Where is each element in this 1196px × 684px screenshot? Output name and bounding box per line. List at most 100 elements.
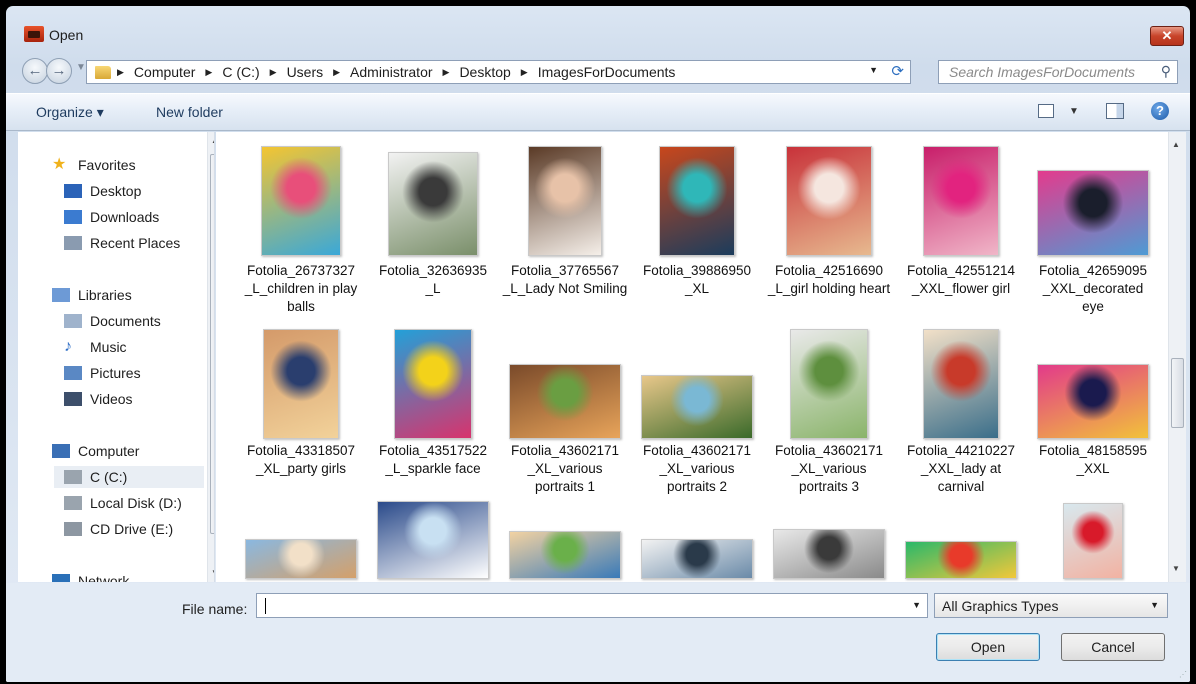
breadcrumb-item[interactable]: Users bbox=[287, 64, 324, 80]
image-thumbnail bbox=[641, 375, 753, 439]
breadcrumb-item[interactable]: ImagesForDocuments bbox=[538, 64, 676, 80]
image-thumbnail bbox=[263, 329, 339, 439]
file-item[interactable]: Fotolia_37765567 _L_Lady Not Smiling bbox=[502, 132, 628, 312]
nav-item-label: Videos bbox=[90, 391, 133, 407]
open-button[interactable]: Open bbox=[936, 633, 1040, 661]
file-item[interactable]: Fotolia_44210227 _XXL_lady at carnival bbox=[898, 315, 1024, 495]
navigation-pane: ▲ ▼ ★ Favorites Desktop Downloads Recent Pla… bbox=[18, 132, 215, 582]
forward-button[interactable]: → bbox=[46, 58, 72, 84]
file-item[interactable]: Fotolia_39886950 _XL bbox=[634, 132, 760, 312]
nav-item-local-disk-d[interactable]: Local Disk (D:) bbox=[64, 492, 182, 514]
libraries-icon bbox=[52, 288, 70, 302]
cancel-button[interactable]: Cancel bbox=[1061, 633, 1165, 661]
file-item[interactable] bbox=[898, 499, 1024, 582]
nav-scroll-thumb[interactable] bbox=[210, 154, 214, 534]
nav-item-documents[interactable]: Documents bbox=[64, 310, 161, 332]
nav-item-label: Network bbox=[78, 573, 130, 582]
breadcrumb-item[interactable]: Administrator bbox=[350, 64, 432, 80]
preview-pane-icon[interactable] bbox=[1106, 103, 1124, 119]
search-icon[interactable]: ⚲ bbox=[1161, 63, 1171, 80]
image-thumbnail bbox=[790, 329, 868, 439]
file-item[interactable]: Fotolia_42516690 _L_girl holding heart bbox=[766, 132, 892, 312]
file-name-caption: Fotolia_44210227 _XXL_lady at carnival bbox=[906, 443, 1016, 494]
help-icon[interactable]: ? bbox=[1151, 102, 1169, 120]
file-name-caption: Fotolia_43602171 _XL_various portraits 2 bbox=[642, 443, 752, 494]
file-item[interactable]: Fotolia_43602171 _XL_various portraits 3 bbox=[766, 315, 892, 495]
file-item[interactable] bbox=[370, 499, 496, 582]
search-input[interactable]: Search ImagesForDocuments ⚲ bbox=[938, 60, 1178, 84]
network-icon bbox=[52, 574, 70, 582]
organize-button[interactable]: Organize ▾ bbox=[36, 104, 104, 121]
file-item[interactable]: Fotolia_43602171 _XL_various portraits 1 bbox=[502, 315, 628, 495]
address-bar[interactable]: ▶ Computer ▶ C (C:) ▶ Users ▶ Administrator ▶ Des… bbox=[86, 60, 911, 84]
scroll-down-icon[interactable]: ▼ bbox=[1172, 564, 1180, 573]
breadcrumb-separator-icon[interactable]: ▶ bbox=[117, 67, 124, 78]
image-thumbnail bbox=[923, 329, 999, 439]
file-item[interactable] bbox=[502, 499, 628, 582]
file-item[interactable]: Fotolia_43517522 _L_sparkle face bbox=[370, 315, 496, 495]
nav-item-desktop[interactable]: Desktop bbox=[64, 180, 141, 202]
file-item[interactable]: Fotolia_48158595 _XXL bbox=[1030, 315, 1156, 495]
file-name-caption: Fotolia_32636935 _L bbox=[378, 263, 488, 296]
nav-item-network[interactable]: Network bbox=[52, 570, 129, 582]
file-item[interactable] bbox=[238, 499, 364, 582]
scroll-up-icon[interactable]: ▲ bbox=[1172, 140, 1180, 149]
file-item[interactable]: Fotolia_42659095 _XXL_decorated eye bbox=[1030, 132, 1156, 314]
file-item[interactable] bbox=[1030, 499, 1156, 582]
file-list-scrollbar[interactable]: ▲ ▼ bbox=[1168, 132, 1186, 582]
nav-item-computer[interactable]: Computer bbox=[52, 440, 139, 462]
image-thumbnail bbox=[509, 531, 621, 579]
file-item[interactable]: Fotolia_42551214 _XXL_flower girl bbox=[898, 132, 1024, 312]
file-item[interactable]: Fotolia_26737327 _L_children in play bal… bbox=[238, 132, 364, 314]
file-name-dropdown-icon[interactable]: ▼ bbox=[912, 600, 921, 610]
drive-icon bbox=[64, 496, 82, 510]
new-folder-button[interactable]: New folder bbox=[156, 104, 223, 120]
breadcrumb-separator-icon[interactable]: ▶ bbox=[443, 67, 450, 78]
breadcrumb-item[interactable]: C (C:) bbox=[222, 64, 259, 80]
scroll-up-icon[interactable]: ▲ bbox=[211, 136, 214, 145]
image-thumbnail bbox=[659, 146, 735, 256]
refresh-icon[interactable]: ⟳ bbox=[891, 62, 904, 80]
image-thumbnail bbox=[923, 146, 999, 256]
image-thumbnail bbox=[245, 539, 357, 579]
file-item[interactable] bbox=[634, 499, 760, 582]
file-name-caption: Fotolia_42516690 _L_girl holding heart bbox=[767, 263, 891, 296]
recent-locations-dropdown[interactable]: ▼ bbox=[76, 62, 86, 73]
nav-item-music[interactable]: ♪ Music bbox=[64, 336, 127, 358]
nav-item-recent-places[interactable]: Recent Places bbox=[64, 232, 180, 254]
file-type-select[interactable]: All Graphics Types ▼ bbox=[934, 593, 1168, 618]
address-dropdown-icon[interactable]: ▼ bbox=[869, 65, 878, 75]
resize-grip-icon[interactable]: ⋰ bbox=[1179, 670, 1187, 679]
breadcrumb-item[interactable]: Desktop bbox=[459, 64, 510, 80]
nav-item-libraries[interactable]: Libraries bbox=[52, 284, 132, 306]
nav-scrollbar[interactable]: ▲ ▼ bbox=[207, 132, 214, 582]
file-item[interactable] bbox=[766, 499, 892, 582]
view-options-dropdown[interactable]: ▼ bbox=[1069, 106, 1079, 117]
nav-item-downloads[interactable]: Downloads bbox=[64, 206, 159, 228]
breadcrumb-separator-icon[interactable]: ▶ bbox=[270, 67, 277, 78]
file-name-caption: Fotolia_48158595 _XXL bbox=[1038, 443, 1148, 476]
file-name-input[interactable]: ▼ bbox=[256, 593, 928, 618]
nav-item-c-c[interactable]: C (C:) bbox=[54, 466, 204, 488]
nav-item-pictures[interactable]: Pictures bbox=[64, 362, 141, 384]
nav-item-favorites[interactable]: ★ Favorites bbox=[52, 154, 136, 176]
breadcrumb-separator-icon[interactable]: ▶ bbox=[205, 67, 212, 78]
nav-item-cd-drive-e[interactable]: CD Drive (E:) bbox=[64, 518, 173, 540]
breadcrumb-separator-icon[interactable]: ▶ bbox=[333, 67, 340, 78]
file-name-caption: Fotolia_43517522 _L_sparkle face bbox=[378, 443, 488, 476]
breadcrumb-item[interactable]: Computer bbox=[134, 64, 195, 80]
file-name-caption: Fotolia_43602171 _XL_various portraits 1 bbox=[510, 443, 620, 494]
close-button[interactable]: ✕ bbox=[1150, 26, 1184, 46]
nav-item-videos[interactable]: Videos bbox=[64, 388, 133, 410]
breadcrumb-separator-icon[interactable]: ▶ bbox=[521, 67, 528, 78]
pictures-icon bbox=[64, 366, 82, 380]
change-view-icon[interactable] bbox=[1038, 104, 1054, 118]
app-icon bbox=[24, 26, 44, 42]
file-item[interactable]: Fotolia_43318507 _XL_party girls bbox=[238, 315, 364, 495]
scroll-down-icon[interactable]: ▼ bbox=[211, 568, 214, 577]
file-list: Fotolia_26737327 _L_children in play bal… bbox=[216, 132, 1168, 582]
file-list-scroll-thumb[interactable] bbox=[1171, 358, 1184, 428]
file-item[interactable]: Fotolia_43602171 _XL_various portraits 2 bbox=[634, 315, 760, 495]
back-button[interactable]: ← bbox=[22, 58, 48, 84]
file-item[interactable]: Fotolia_32636935 _L bbox=[370, 132, 496, 312]
